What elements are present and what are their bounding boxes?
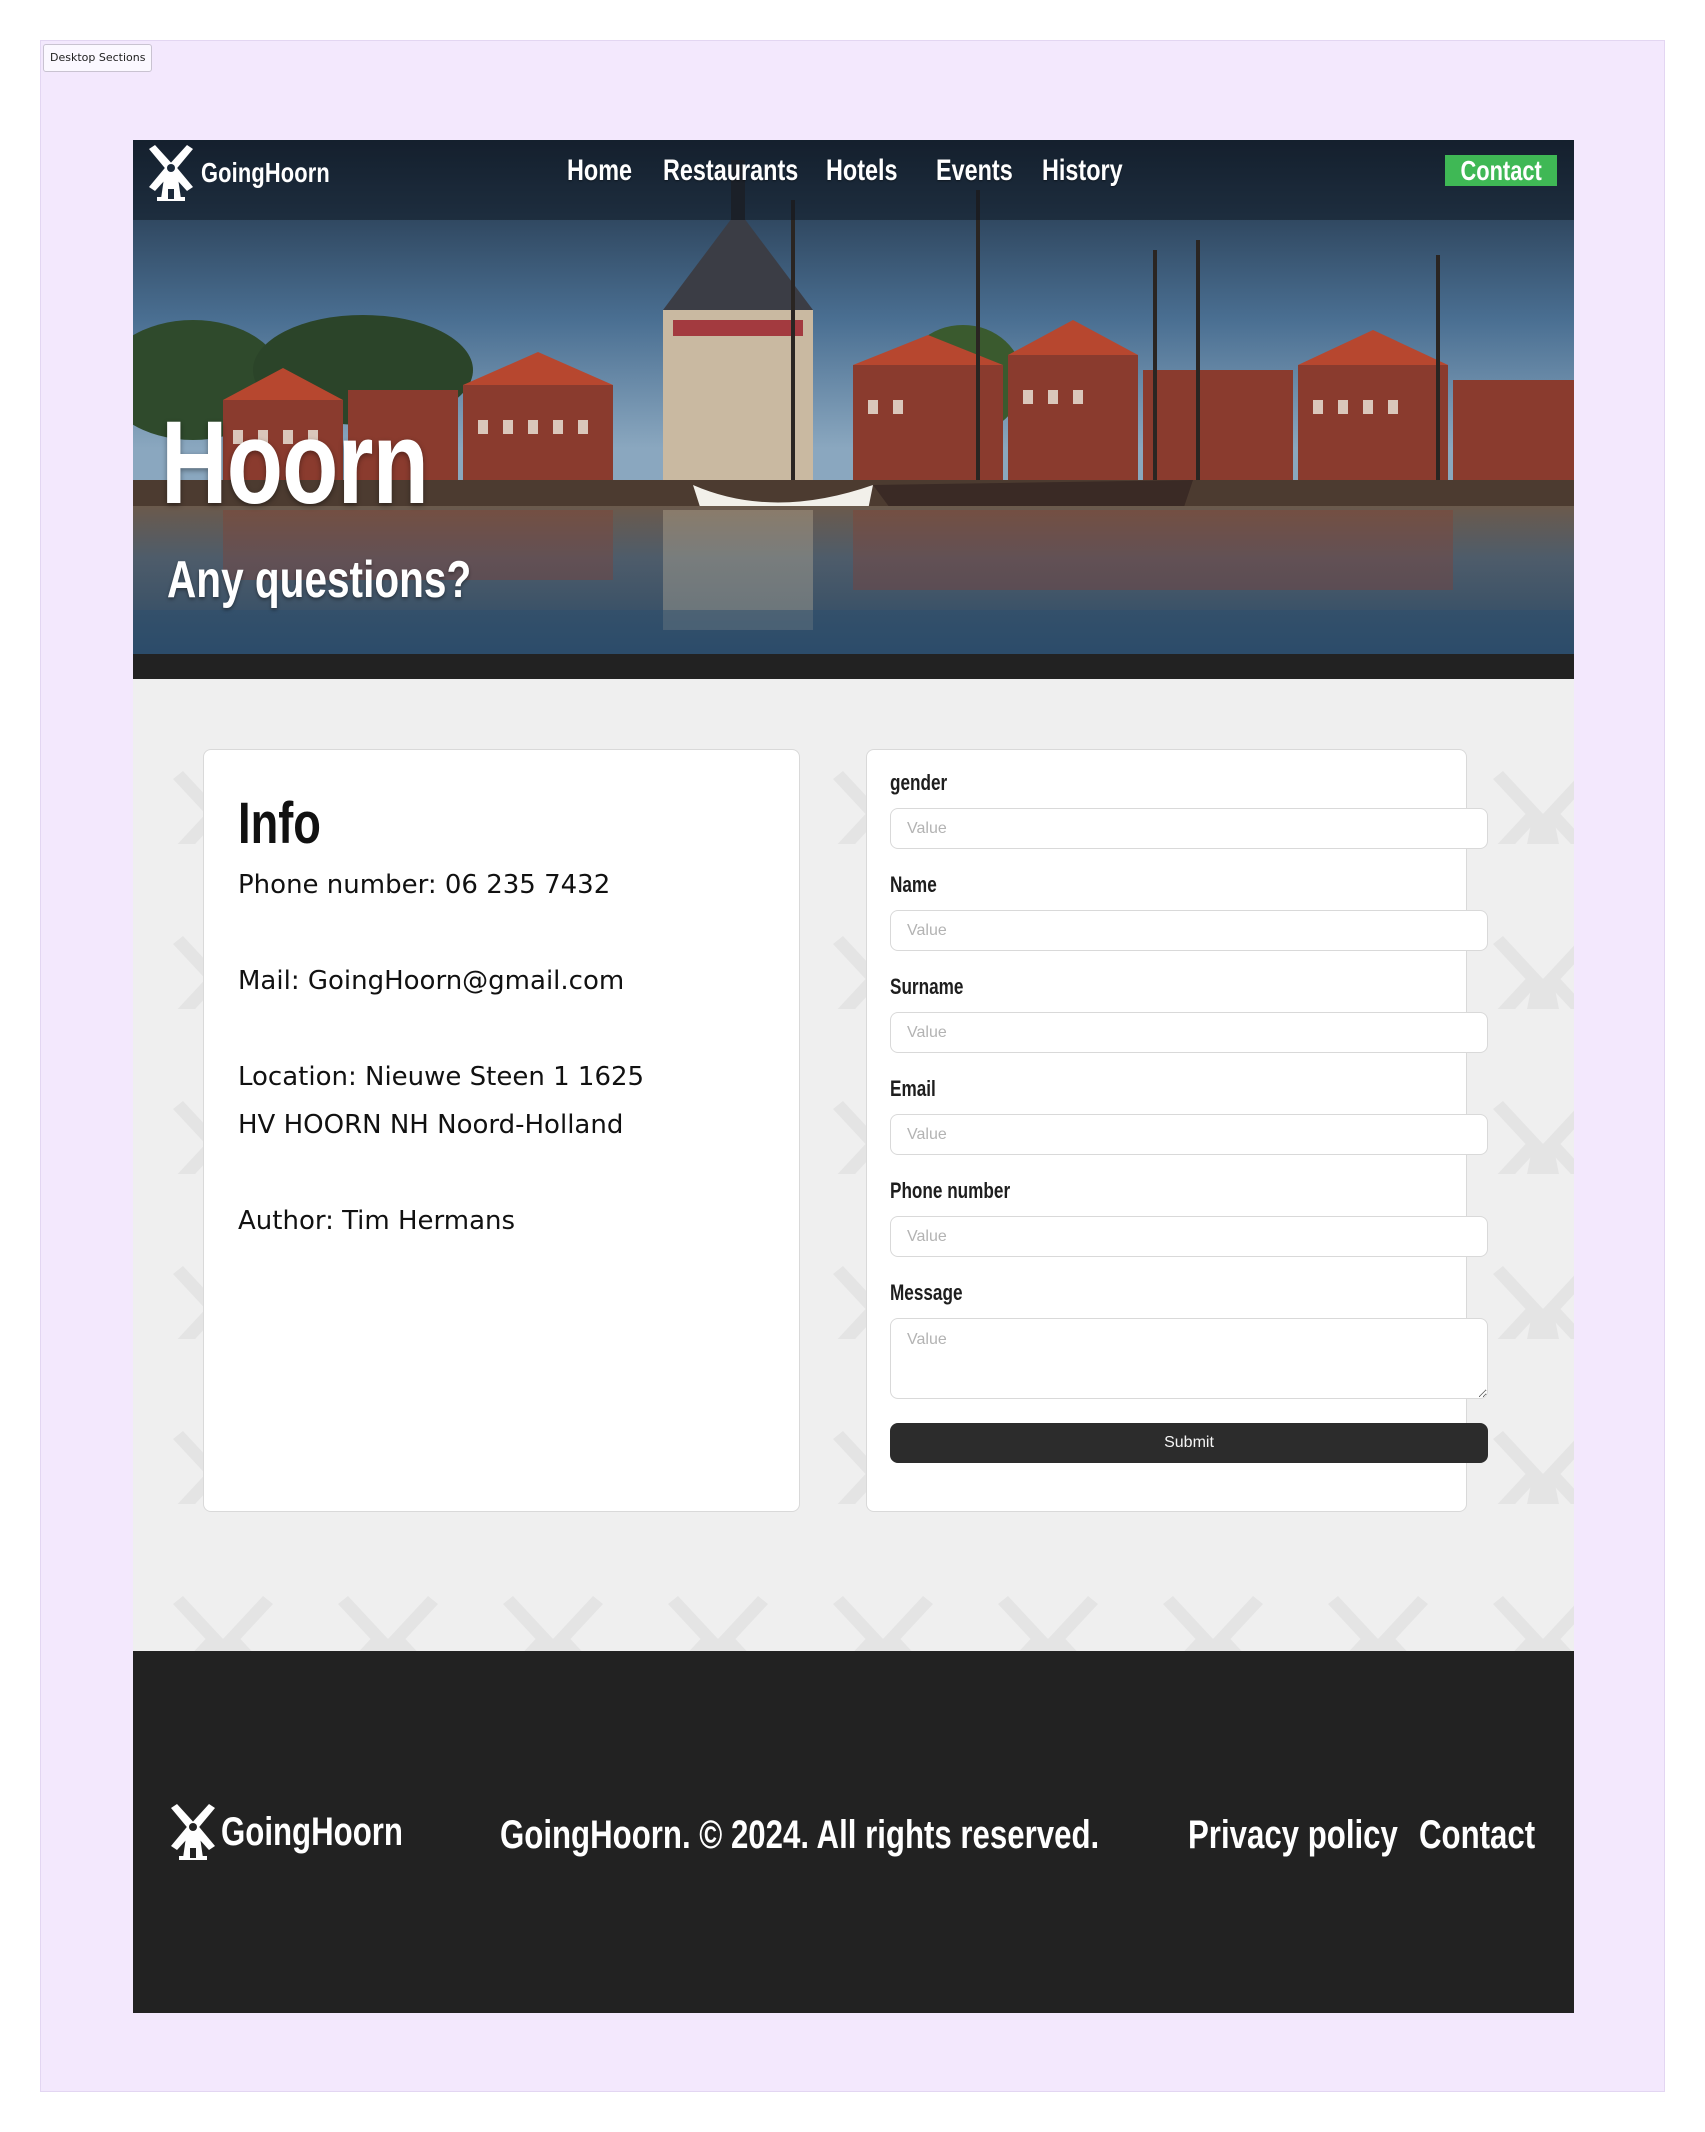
info-location-line2: HV HOORN NH Noord-Holland [238,1110,624,1140]
info-author: Author: Tim Hermans [238,1206,516,1236]
phone-label: Phone number [890,1178,1011,1203]
gender-label: gender [890,770,948,795]
nav-history[interactable]: History [1042,154,1128,188]
surname-label: Surname [890,974,964,999]
footer: GoingHoorn GoingHoorn. © 2024. All right… [133,1651,1574,2013]
nav-contact-label: Contact [1460,155,1542,186]
email-label: Email [890,1076,936,1101]
hero-title: Hoorn [161,397,429,529]
brand-name: GoingHoorn [201,157,330,188]
nav-logo[interactable]: GoingHoorn [147,145,366,201]
field-phone: Phone number [890,1178,1488,1257]
contact-section: Info Phone number: 06 235 7432 Mail: Goi… [133,679,1574,1651]
footer-copyright: GoingHoorn. © 2024. All rights reserved. [500,1813,1100,1857]
footer-logo[interactable]: GoingHoorn [169,1804,454,1860]
section-tag: Desktop Sections [43,44,153,72]
gender-input[interactable] [890,808,1488,849]
hero-section: GoingHoorn Home Restaurants Hotels Event… [133,140,1574,654]
field-surname: Surname [890,974,1488,1053]
nav-restaurants[interactable]: Restaurants [663,154,798,188]
info-card: Info Phone number: 06 235 7432 Mail: Goi… [203,749,800,1512]
contact-form: gender Name Surname Email Phone number M… [866,749,1488,1512]
field-gender: gender [890,770,1488,849]
info-title: Info [238,791,321,856]
info-location-line1: Location: Nieuwe Steen 1 1625 [238,1062,645,1092]
name-input[interactable] [890,910,1488,951]
nav-events[interactable]: Events [936,154,1019,188]
nav-hotels[interactable]: Hotels [826,154,912,188]
submit-button[interactable]: Submit [890,1423,1488,1463]
main-nav: Home Restaurants Hotels Events History [567,154,1152,188]
nav-contact-button[interactable]: Contact [1445,155,1557,186]
info-phone: Phone number: 06 235 7432 [238,870,611,900]
surname-input[interactable] [890,1012,1488,1053]
footer-privacy-link[interactable]: Privacy policy [1188,1813,1398,1858]
message-label: Message [890,1280,963,1305]
field-message: Message [890,1280,1488,1399]
hero-subtitle: Any questions? [167,551,472,609]
info-mail[interactable]: Mail: GoingHoorn@gmail.com [238,957,765,1005]
nav-home[interactable]: Home [567,154,642,188]
message-textarea[interactable] [890,1318,1488,1399]
windmill-icon [149,145,193,201]
page: GoingHoorn Home Restaurants Hotels Event… [133,140,1574,2013]
phone-input[interactable] [890,1216,1488,1257]
footer-contact-link[interactable]: Contact [1419,1813,1535,1858]
name-label: Name [890,872,937,897]
hero-divider [133,654,1574,679]
field-name: Name [890,872,1488,951]
windmill-icon [171,1804,215,1860]
email-input[interactable] [890,1114,1488,1155]
field-email: Email [890,1076,1488,1155]
footer-brand: GoingHoorn [221,1809,403,1854]
